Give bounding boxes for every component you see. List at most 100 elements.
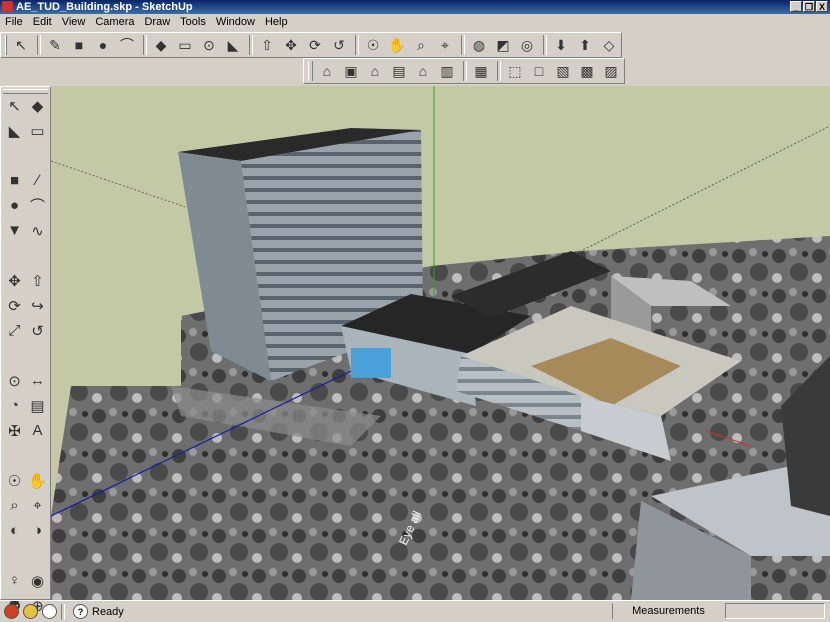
- menu-bar: File Edit View Camera Draw Tools Window Help: [0, 14, 830, 30]
- protractor-icon[interactable]: ◔: [3, 393, 26, 418]
- next-view-icon[interactable]: ◑: [26, 518, 49, 543]
- toolbar-gap: [3, 143, 49, 151]
- menu-draw[interactable]: Draw: [139, 14, 175, 30]
- circle-icon[interactable]: ●: [92, 34, 114, 56]
- front-view-icon[interactable]: ⌂: [364, 60, 386, 82]
- text-icon[interactable]: ▤: [26, 393, 49, 418]
- tape-measure-icon[interactable]: ⊙: [3, 368, 26, 393]
- top-view-icon[interactable]: ▣: [340, 60, 362, 82]
- user-signin-icon[interactable]: [42, 604, 57, 619]
- title-bar[interactable]: AE_TUD_Building.skp - SketchUp _ ❐ X: [0, 0, 830, 14]
- look-around-icon[interactable]: ◉: [26, 568, 49, 593]
- follow-me-icon[interactable]: ↪: [26, 293, 49, 318]
- zoom-extents-icon[interactable]: ⌖: [434, 34, 456, 56]
- menu-camera[interactable]: Camera: [90, 14, 139, 30]
- menu-tools[interactable]: Tools: [175, 14, 211, 30]
- monochrome-icon[interactable]: ▨: [600, 60, 622, 82]
- position-camera-icon[interactable]: ♀: [3, 568, 26, 593]
- measurements-input[interactable]: [725, 603, 825, 619]
- hidden-line-icon[interactable]: □: [528, 60, 550, 82]
- toolbar-gap: [3, 243, 49, 251]
- geo-location-icon[interactable]: [4, 604, 19, 619]
- tape-measure-icon[interactable]: ⊙: [198, 34, 220, 56]
- pencil-icon[interactable]: ✎: [44, 34, 66, 56]
- freehand-icon[interactable]: ∿: [26, 218, 49, 243]
- menu-view[interactable]: View: [57, 14, 91, 30]
- share-model-icon[interactable]: ⬆: [574, 34, 596, 56]
- toggle-terrain-icon[interactable]: ◩: [492, 34, 514, 56]
- toolbar-separator: [37, 35, 41, 55]
- paint-bucket-icon[interactable]: ◣: [3, 118, 26, 143]
- move-icon[interactable]: ✥: [3, 268, 26, 293]
- paint-bucket-icon[interactable]: ◣: [222, 34, 244, 56]
- wireframe-icon[interactable]: ⬚: [504, 60, 526, 82]
- move-icon[interactable]: ✥: [280, 34, 302, 56]
- shaded-textures-icon[interactable]: ▩: [576, 60, 598, 82]
- axes-icon[interactable]: ✠: [3, 418, 26, 443]
- push-pull-icon[interactable]: ⇧: [256, 34, 278, 56]
- menu-window[interactable]: Window: [211, 14, 260, 30]
- rotate-icon[interactable]: ⟳: [304, 34, 326, 56]
- rectangle-icon[interactable]: ■: [68, 34, 90, 56]
- make-component-icon[interactable]: ◆: [26, 93, 49, 118]
- push-pull-icon[interactable]: ⇧: [26, 268, 49, 293]
- back-view-icon[interactable]: ⌂: [412, 60, 434, 82]
- menu-help[interactable]: Help: [260, 14, 293, 30]
- iso-view-icon[interactable]: ⌂: [316, 60, 338, 82]
- get-models-icon[interactable]: ⬇: [550, 34, 572, 56]
- 3d-viewport[interactable]: Eye all: [51, 86, 830, 600]
- sketchup-app-icon[interactable]: [2, 1, 13, 12]
- rotate-icon[interactable]: ⟳: [3, 293, 26, 318]
- scale-icon[interactable]: ⤢: [3, 318, 26, 343]
- close-button[interactable]: X: [816, 1, 828, 12]
- offset-icon[interactable]: ↺: [328, 34, 350, 56]
- toolbar-grip[interactable]: [308, 61, 313, 81]
- restore-button[interactable]: ❐: [803, 1, 815, 12]
- share-component-icon[interactable]: ◇: [598, 34, 620, 56]
- status-text: Ready: [92, 605, 124, 618]
- zoom-icon[interactable]: ⌕: [3, 493, 26, 518]
- entrance-glass: [351, 348, 391, 378]
- select-icon[interactable]: ↖: [3, 93, 26, 118]
- pan-icon[interactable]: ✋: [26, 468, 49, 493]
- toolbar-grip[interactable]: [5, 35, 7, 55]
- model-scene[interactable]: Eye all: [51, 86, 830, 600]
- eraser-icon[interactable]: ▭: [26, 118, 49, 143]
- status-bar: ? Ready Measurements: [0, 600, 830, 622]
- minimize-button[interactable]: _: [790, 1, 802, 12]
- credits-icon[interactable]: [23, 604, 38, 619]
- 3d-text-icon[interactable]: A: [26, 418, 49, 443]
- orbit-icon[interactable]: ☉: [362, 34, 384, 56]
- menu-file[interactable]: File: [0, 14, 28, 30]
- xray-icon[interactable]: ▦: [470, 60, 492, 82]
- pan-icon[interactable]: ✋: [386, 34, 408, 56]
- toolbar-gap: [3, 343, 49, 351]
- zoom-window-icon[interactable]: ⌖: [26, 493, 49, 518]
- arc-icon[interactable]: ⌒: [26, 193, 49, 218]
- eraser-icon[interactable]: ▭: [174, 34, 196, 56]
- arc-icon[interactable]: ⌒: [116, 34, 138, 56]
- right-view-icon[interactable]: ▤: [388, 60, 410, 82]
- rectangle-icon[interactable]: ■: [3, 168, 26, 193]
- circle-icon[interactable]: ●: [3, 193, 26, 218]
- left-view-icon[interactable]: ▥: [436, 60, 458, 82]
- offset-icon[interactable]: ↺: [26, 318, 49, 343]
- line-icon[interactable]: ∕: [26, 168, 49, 193]
- make-component-icon[interactable]: ◆: [150, 34, 172, 56]
- place-model-icon[interactable]: ◎: [516, 34, 538, 56]
- polygon-icon[interactable]: ▼: [3, 218, 26, 243]
- help-icon[interactable]: ?: [73, 604, 88, 619]
- main-toolbar: ↖ ✎ ■ ● ⌒ ◆ ▭ ⊙ ◣ ⇧ ✥ ⟳ ↺ ☉ ✋ ⌕ ⌖ ◍ ◩ ◎ ⬇ ⬆ ◇: [0, 32, 622, 58]
- menu-edit[interactable]: Edit: [28, 14, 57, 30]
- select-icon[interactable]: ↖: [10, 34, 32, 56]
- zoom-icon[interactable]: ⌕: [410, 34, 432, 56]
- dimension-icon[interactable]: ↔: [26, 368, 49, 393]
- views-toolbar: ⌂ ▣ ⌂ ▤ ⌂ ▥ ▦ ⬚ □ ▧ ▩ ▨: [303, 58, 625, 84]
- google-earth-icon[interactable]: ◍: [468, 34, 490, 56]
- toolbar-separator: [143, 35, 147, 55]
- status-separator: [61, 603, 65, 620]
- measurements-label: Measurements: [612, 603, 724, 619]
- shaded-icon[interactable]: ▧: [552, 60, 574, 82]
- orbit-icon[interactable]: ☉: [3, 468, 26, 493]
- previous-view-icon[interactable]: ◐: [3, 518, 26, 543]
